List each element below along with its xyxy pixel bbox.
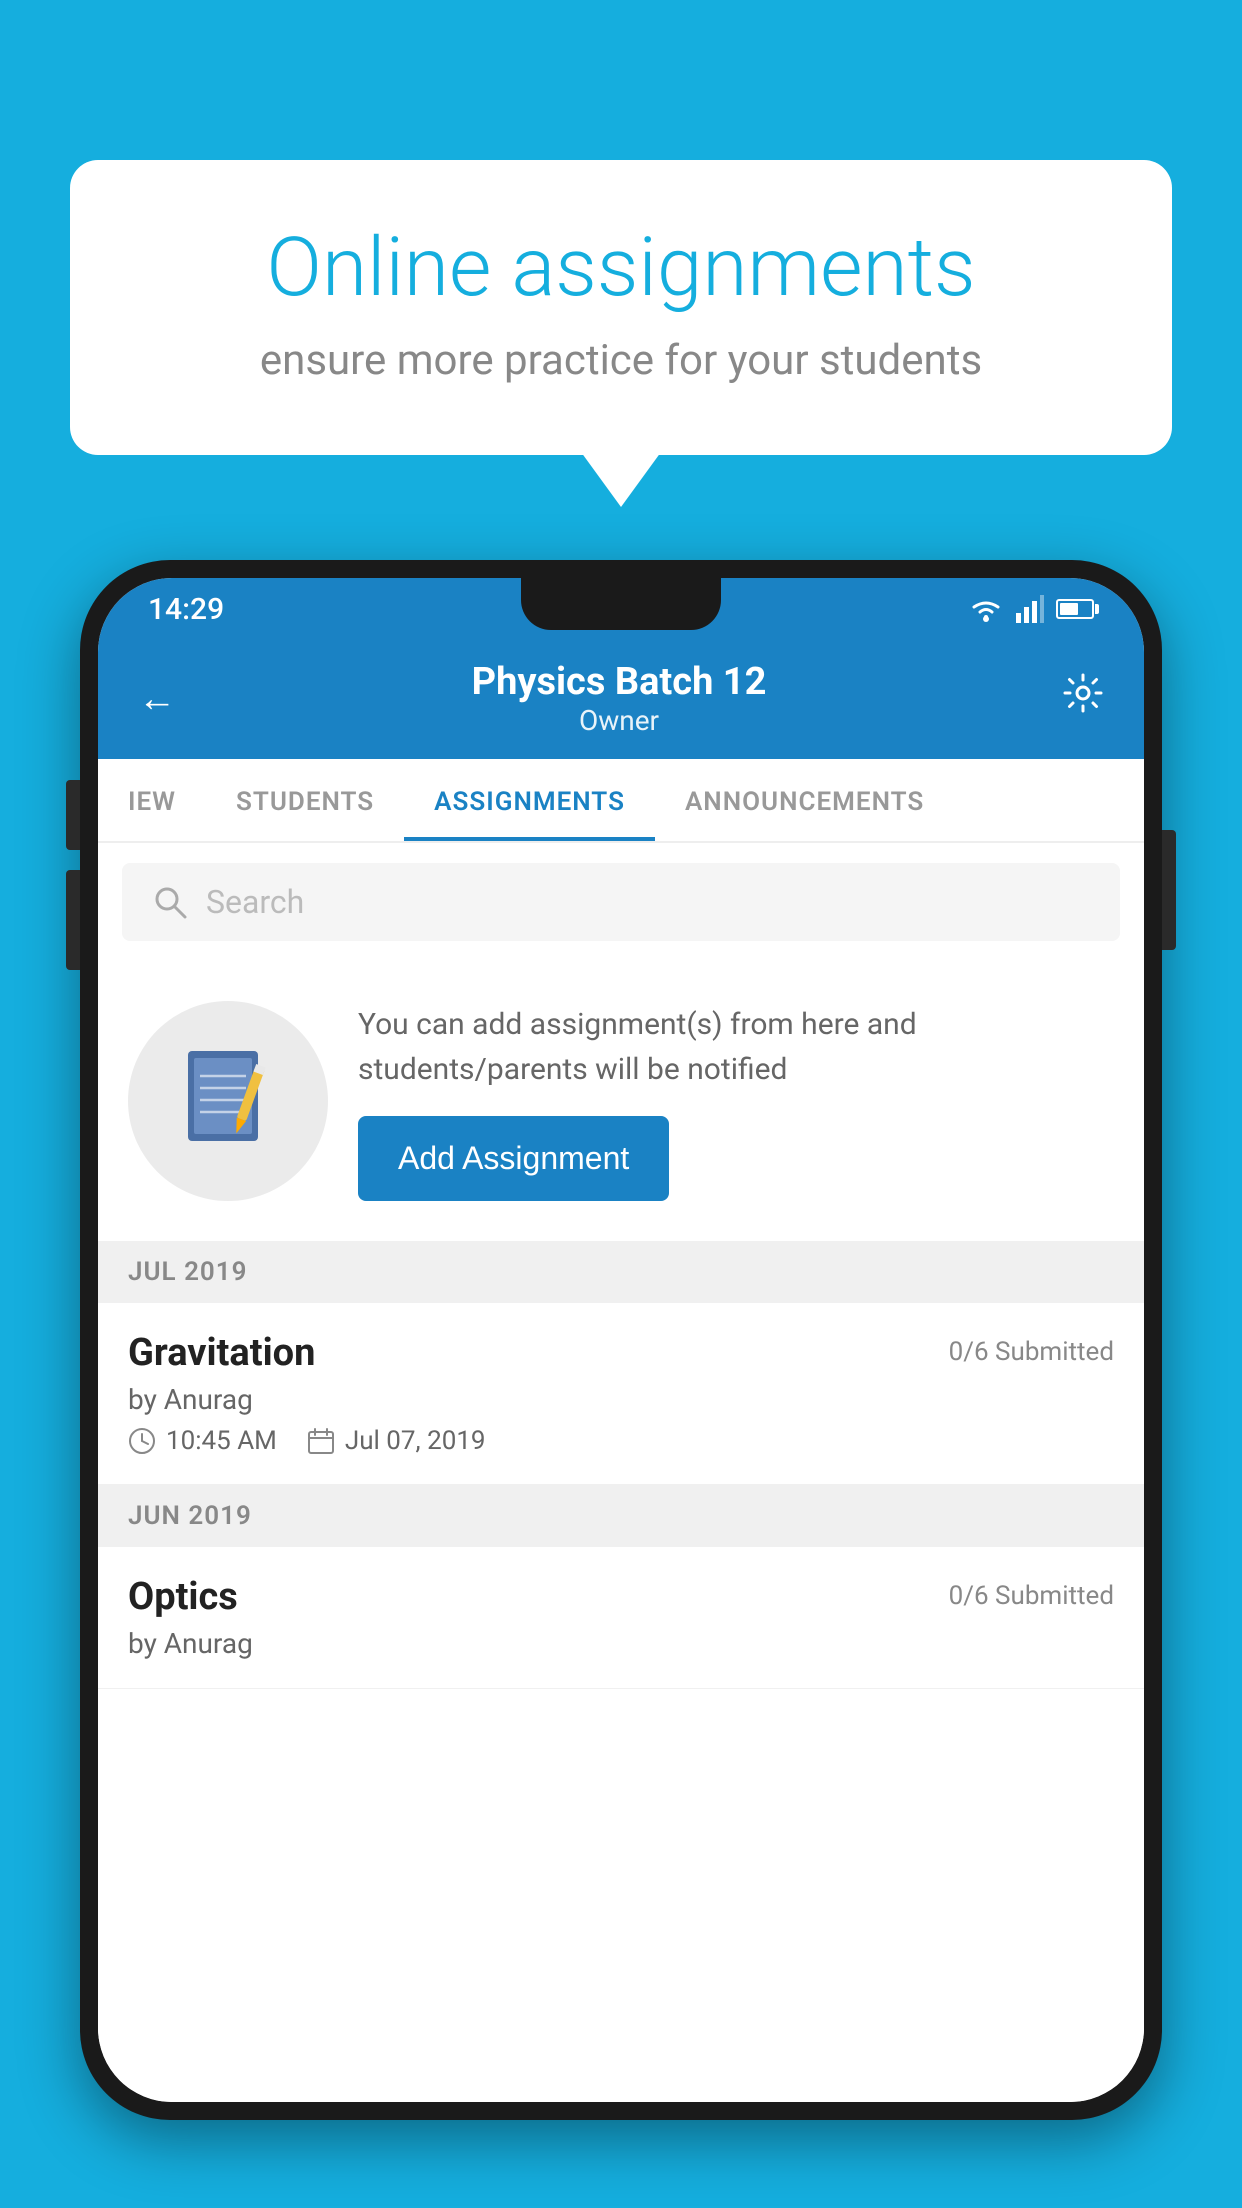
section-header-jun: JUN 2019 <box>98 1485 1144 1547</box>
header-subtitle: Owner <box>472 704 767 737</box>
assignment-icon-circle <box>128 1001 328 1201</box>
header-center: Physics Batch 12 Owner <box>472 660 767 737</box>
bubble-subtitle: ensure more practice for your students <box>140 336 1102 385</box>
assignment-by: by Anurag <box>128 1383 1114 1416</box>
assignment-item-optics[interactable]: Optics 0/6 Submitted by Anurag <box>98 1547 1144 1689</box>
assignment-submitted: 0/6 Submitted <box>949 1337 1114 1367</box>
speech-bubble: Online assignments ensure more practice … <box>70 160 1172 455</box>
search-placeholder: Search <box>206 883 304 921</box>
phone-screen: 14:29 <box>98 578 1144 2102</box>
search-icon <box>152 884 188 920</box>
assignment-item-gravitation[interactable]: Gravitation 0/6 Submitted by Anurag 10:4… <box>98 1303 1144 1485</box>
assignment-name: Gravitation <box>128 1331 315 1375</box>
app-header: ← Physics Batch 12 Owner <box>98 640 1144 759</box>
date-value: Jul 07, 2019 <box>345 1426 486 1456</box>
volume-down-button <box>66 870 80 970</box>
volume-up-button <box>66 780 80 850</box>
notebook-icon <box>178 1046 278 1156</box>
section-header-jul: JUL 2019 <box>98 1241 1144 1303</box>
settings-button[interactable] <box>1062 672 1104 725</box>
phone-outer: 14:29 <box>80 560 1162 2120</box>
add-assignment-button[interactable]: Add Assignment <box>358 1116 669 1201</box>
power-button <box>1162 830 1176 950</box>
add-assignment-section: You can add assignment(s) from here and … <box>98 961 1144 1241</box>
tab-students[interactable]: STUDENTS <box>206 759 404 841</box>
time-value: 10:45 AM <box>166 1426 277 1456</box>
meta-row: 10:45 AM Jul 07, 2019 <box>128 1426 1114 1456</box>
tabs-container: IEW STUDENTS ASSIGNMENTS ANNOUNCEMENTS <box>98 759 1144 843</box>
meta-date: Jul 07, 2019 <box>307 1426 486 1456</box>
add-assignment-desc: You can add assignment(s) from here and … <box>358 1002 1114 1092</box>
speech-bubble-container: Online assignments ensure more practice … <box>70 160 1172 455</box>
back-button[interactable]: ← <box>138 677 176 721</box>
phone-notch <box>521 578 721 630</box>
wifi-icon <box>968 595 1004 623</box>
tab-announcements[interactable]: ANNOUNCEMENTS <box>655 759 954 841</box>
header-title: Physics Batch 12 <box>472 660 767 704</box>
content-area: Search <box>98 843 1144 2102</box>
calendar-icon <box>307 1427 335 1455</box>
tab-assignments[interactable]: ASSIGNMENTS <box>404 759 655 841</box>
gear-icon <box>1062 672 1104 714</box>
assignment-by-optics: by Anurag <box>128 1627 1114 1660</box>
battery-icon <box>1056 599 1094 619</box>
signal-icon <box>1016 595 1044 623</box>
bubble-title: Online assignments <box>140 220 1102 316</box>
search-bar-container: Search <box>98 843 1144 961</box>
meta-time: 10:45 AM <box>128 1426 277 1456</box>
assignment-row-top-optics: Optics 0/6 Submitted <box>128 1575 1114 1619</box>
search-bar[interactable]: Search <box>122 863 1120 941</box>
add-assignment-right: You can add assignment(s) from here and … <box>358 1002 1114 1201</box>
assignment-name-optics: Optics <box>128 1575 238 1619</box>
status-icons <box>968 595 1094 623</box>
assignment-row-top: Gravitation 0/6 Submitted <box>128 1331 1114 1375</box>
assignment-submitted-optics: 0/6 Submitted <box>949 1581 1114 1611</box>
phone-wrapper: 14:29 <box>80 560 1162 2208</box>
status-time: 14:29 <box>148 592 224 627</box>
clock-icon <box>128 1427 156 1455</box>
tab-iew[interactable]: IEW <box>98 759 206 841</box>
